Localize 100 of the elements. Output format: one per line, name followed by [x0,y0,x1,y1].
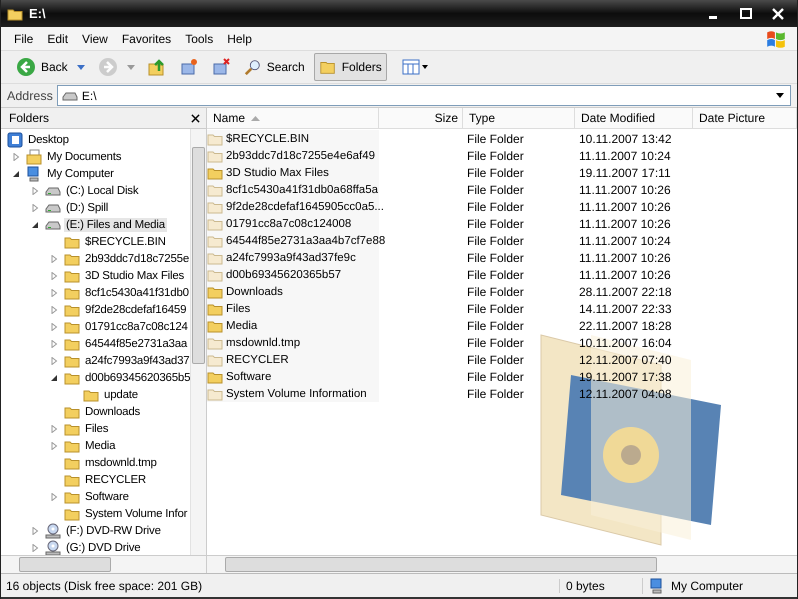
date-modified: 14.11.2007 22:33 [579,302,672,316]
file-name[interactable]: Software [226,370,272,382]
file-type: File Folder [467,284,524,298]
tree-item[interactable]: 3D Studio Max Files [83,268,186,282]
expand-icon[interactable] [50,340,58,348]
disc-drive-icon [45,522,61,538]
folders-button[interactable]: Folders [314,53,387,81]
tree-item[interactable]: (C:) Local Disk [64,184,140,198]
tree-item[interactable]: (F:) DVD-RW Drive [64,524,163,538]
file-type: File Folder [467,200,524,214]
date-modified: 11.11.2007 10:24 [579,234,671,248]
expand-icon[interactable] [31,204,39,212]
expand-icon[interactable] [31,526,39,534]
tree-item[interactable]: My Computer [45,166,116,180]
horizontal-scrollbar[interactable] [207,555,797,573]
disc-drive-icon [45,540,61,555]
expand-icon[interactable] [31,544,39,552]
expand-icon[interactable] [50,272,58,280]
date-modified: 11.11.2007 10:26 [579,250,671,264]
tree-item[interactable]: Desktop [26,132,71,146]
expand-icon[interactable] [50,322,58,330]
sort-arrow-icon [251,116,260,120]
tree-item[interactable]: (G:) DVD Drive [64,540,143,554]
date-modified: 19.11.2007 17:11 [579,166,671,180]
address-label: Address [7,88,53,102]
date-modified: 12.11.2007 07:40 [579,352,672,366]
date-modified: 28.11.2007 22:18 [579,284,672,298]
file-type: File Folder [467,182,524,196]
tree-item[interactable]: (D:) Spill [64,200,110,214]
tree-item[interactable]: (E:) Files and Media [64,218,167,232]
collapse-icon[interactable] [31,220,39,228]
address-field[interactable]: E:\ [56,85,791,106]
menu-item[interactable]: File [7,30,40,48]
column-header[interactable]: Size [379,108,463,128]
date-modified: 11.11.2007 10:26 [579,216,671,230]
date-modified: 11.11.2007 10:24 [579,148,671,162]
tree-item[interactable]: Media [83,438,118,452]
date-modified: 11.11.2007 10:26 [579,200,671,214]
tree-item[interactable]: System Volume Infor [83,506,190,520]
tree-item[interactable]: Downloads [83,404,142,418]
expand-icon[interactable] [12,152,20,160]
menu-item[interactable]: View [75,30,115,48]
horizontal-scrollbar[interactable] [1,555,206,573]
file-name[interactable]: Files [226,302,250,314]
menu-item[interactable]: Tools [178,30,220,48]
file-name[interactable]: 64544f85e2731a3aa4b7cf7e88 [226,234,386,246]
delete-icon[interactable] [210,57,231,77]
date-modified: 10.11.2007 16:04 [579,336,672,350]
menu-item[interactable]: Help [220,30,259,48]
expand-icon[interactable] [50,424,58,432]
tree-item[interactable]: msdownld.tmp [83,456,159,470]
date-modified: 10.11.2007 13:42 [579,132,672,146]
back-button[interactable]: Back [11,53,73,81]
expand-icon[interactable] [50,492,58,500]
tree-item[interactable]: Files [83,422,110,436]
file-type: File Folder [467,132,524,146]
column-header[interactable]: Date Modified [575,108,693,128]
dropdown-arrow-icon[interactable] [776,93,784,98]
tree-item[interactable]: RECYCLER [83,472,148,486]
menu-item[interactable]: Favorites [114,30,178,48]
tree-item[interactable]: 01791cc8a7c08c124 [83,320,190,334]
desktop-icon [7,132,23,148]
date-modified: 11.11.2007 10:26 [579,182,671,196]
column-header[interactable]: Type [463,108,575,128]
expand-icon[interactable] [50,254,58,262]
search-button[interactable]: Search [238,53,310,81]
vertical-scrollbar[interactable] [190,129,206,555]
file-type: File Folder [467,352,524,366]
status-size: 0 bytes [559,578,642,592]
expand-icon[interactable] [50,288,58,296]
tree-item[interactable]: 8cf1c5430a41f31db0 [83,286,190,300]
column-header[interactable]: Date Picture [693,108,797,128]
flag-logo-icon [765,28,787,48]
collapse-icon[interactable] [50,374,58,382]
collapse-icon[interactable] [12,170,20,178]
expand-icon[interactable] [50,442,58,450]
file-type: File Folder [467,386,524,400]
tree-item[interactable]: 64544f85e2731a3aa [83,336,190,350]
file-type: File Folder [467,268,524,282]
tree-item[interactable]: My Documents [45,150,124,164]
expand-icon[interactable] [31,186,39,194]
expand-icon[interactable] [50,356,58,364]
file-name[interactable]: 9f2de28cdefaf1645905cc0a5... [226,200,384,212]
file-type: File Folder [467,336,524,350]
tree-item[interactable]: update [102,388,140,402]
tree-item[interactable]: 2b93ddc7d18c7255e [83,252,190,266]
file-name[interactable]: Media [226,320,258,332]
file-type: File Folder [467,166,524,180]
file-type: File Folder [467,318,524,332]
tree-item[interactable]: 9f2de28cdefaf16459 [83,302,188,316]
close-icon[interactable] [191,114,200,122]
tree-item[interactable]: d00b69345620365b5 [83,370,190,384]
menu-item[interactable]: Edit [40,30,76,48]
tree-item[interactable]: Software [83,490,131,504]
date-modified: 19.11.2007 17:38 [579,370,672,384]
tree-item[interactable]: $RECYCLE.BIN [83,234,168,248]
tree-item[interactable]: a24fc7993a9f43ad37 [83,354,190,368]
date-modified: 22.11.2007 18:28 [579,318,672,332]
column-header[interactable]: Name [207,108,379,128]
expand-icon[interactable] [50,306,58,314]
